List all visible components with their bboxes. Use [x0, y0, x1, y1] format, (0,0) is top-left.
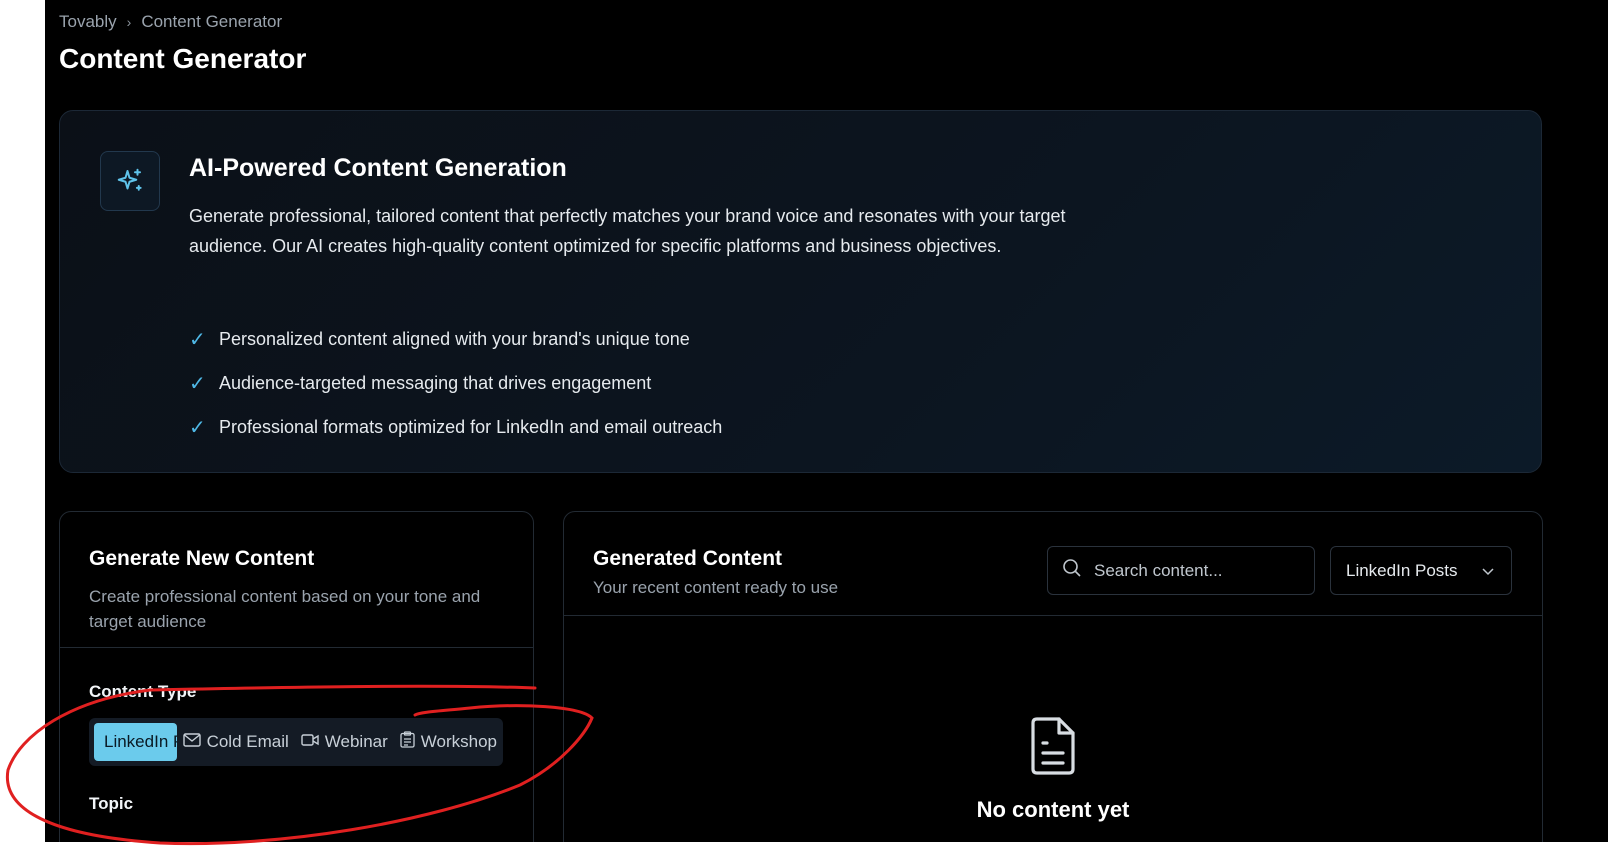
generate-subtitle: Create professional content based on you… [89, 587, 481, 631]
feature-text: Professional formats optimized for Linke… [219, 416, 723, 437]
tab-label: LinkedIn Posts [104, 732, 177, 751]
hero-description: Generate professional, tailored content … [189, 206, 1066, 256]
tab-webinar[interactable]: Webinar [295, 723, 394, 761]
generated-title: Generated Content [593, 547, 783, 570]
search-input[interactable] [1094, 560, 1294, 581]
breadcrumb: Tovably › Content Generator [59, 12, 282, 32]
breadcrumb-root[interactable]: Tovably [59, 12, 117, 32]
generated-panel: Generated Content Your recent content re… [563, 511, 1543, 849]
feature-item: ✓ Personalized content aligned with your… [189, 317, 722, 361]
video-icon [301, 732, 319, 752]
check-icon: ✓ [189, 328, 206, 351]
feature-item: ✓ Professional formats optimized for Lin… [189, 405, 722, 449]
clipboard-icon [400, 731, 415, 753]
page-title: Content Generator [59, 43, 307, 74]
check-icon: ✓ [189, 416, 206, 439]
tab-label: Cold Email [206, 732, 289, 751]
generate-title: Generate New Content [89, 547, 315, 570]
search-icon [1062, 558, 1082, 583]
content-type-tabs: LinkedIn Posts Cold Email Webinar Worksh… [89, 718, 503, 766]
divider [564, 615, 1542, 616]
generate-panel: Generate New Content Create professional… [59, 511, 534, 849]
search-box[interactable] [1047, 546, 1315, 595]
hero-card: AI-Powered Content Generation Generate p… [59, 110, 1542, 473]
feature-text: Personalized content aligned with your b… [219, 328, 690, 349]
sparkles-icon [100, 151, 160, 211]
generated-subtitle: Your recent content ready to use [593, 578, 839, 597]
bottom-edge [0, 842, 1608, 849]
tab-label: Workshop [420, 732, 497, 751]
feature-text: Audience-targeted messaging that drives … [219, 372, 652, 393]
content-type-label: Content Type [89, 682, 197, 701]
tab-linkedin-posts[interactable]: LinkedIn Posts [94, 723, 177, 761]
tab-workshop[interactable]: Workshop [394, 723, 503, 761]
document-icon [1029, 717, 1077, 775]
breadcrumb-separator: › [126, 14, 132, 30]
feature-list: ✓ Personalized content aligned with your… [189, 317, 722, 449]
app-main: Tovably › Content Generator Content Gene… [45, 0, 1608, 849]
mail-icon [182, 732, 201, 752]
feature-item: ✓ Audience-targeted messaging that drive… [189, 361, 722, 405]
content-filter-select[interactable]: LinkedIn Posts [1330, 546, 1512, 595]
hero-title: AI-Powered Content Generation [189, 154, 567, 182]
check-icon: ✓ [189, 372, 206, 395]
topic-label: Topic [89, 794, 134, 813]
tab-label: Webinar [324, 732, 388, 751]
chevron-down-icon [1481, 561, 1495, 581]
divider [60, 647, 533, 648]
tab-cold-email[interactable]: Cold Email [177, 723, 295, 761]
breadcrumb-current: Content Generator [141, 12, 283, 31]
filter-value: LinkedIn Posts [1346, 560, 1458, 580]
empty-state-title: No content yet [976, 797, 1130, 822]
